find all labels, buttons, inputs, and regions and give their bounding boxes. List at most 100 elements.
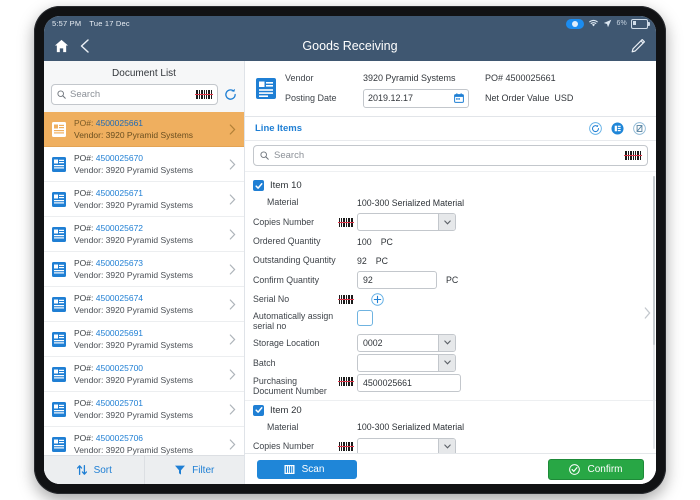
confirm-button[interactable]: Confirm [548, 458, 644, 480]
posting-date-input[interactable]: 2019.12.17 [363, 88, 469, 108]
item-20-checkbox[interactable] [253, 404, 264, 416]
line-item-10: Item 10 Material 100-300 Serialized Mate… [245, 180, 656, 397]
calendar-icon [454, 93, 464, 103]
purchasing-document-number-input[interactable]: 4500025661 [357, 373, 461, 392]
item-10-title: Item 10 [270, 180, 302, 191]
sort-arrows-icon [76, 464, 87, 476]
list-item-vendor: Vendor: 3920 Pyramid Systems [74, 270, 194, 280]
field-material: Material 100-300 Serialized Material [253, 194, 648, 211]
status-bar: 5:57 PM Tue 17 Dec 6% [44, 16, 656, 31]
line-items-toolbar: Line Items [245, 117, 656, 141]
refresh-circle-icon[interactable] [589, 122, 602, 135]
list-item-po: PO#: 4500025674 [74, 293, 144, 303]
field-label: Copies Number [253, 441, 315, 452]
item-20-title: Item 20 [270, 404, 302, 416]
list-item[interactable]: PO#: 4500025706 Vendor: 3920 Pyramid Sys… [44, 427, 244, 455]
back-chevron-icon[interactable] [69, 38, 92, 54]
list-item[interactable]: PO#: 4500025700 Vendor: 3920 Pyramid Sys… [44, 357, 244, 392]
list-item[interactable]: PO#: 4500025674 Vendor: 3920 Pyramid Sys… [44, 287, 244, 322]
barcode-icon[interactable] [338, 376, 354, 386]
field-label: Purchasing Document Number [253, 375, 327, 397]
batch-select[interactable] [357, 353, 456, 372]
list-item-vendor: Vendor: 3920 Pyramid Systems [74, 340, 194, 350]
sort-button[interactable]: Sort [44, 456, 145, 484]
field-copies-number: Copies Number [253, 213, 648, 231]
right-chevron-icon [229, 438, 236, 450]
document-header-section: Vendor 3920 Pyramid Systems PO# 45000256… [245, 61, 656, 117]
list-item[interactable]: PO#: 4500025673 Vendor: 3920 Pyramid Sys… [44, 252, 244, 287]
list-item[interactable]: PO#: 4500025672 Vendor: 3920 Pyramid Sys… [44, 217, 244, 252]
plus-circle-icon[interactable] [371, 293, 384, 306]
pencil-edit-icon[interactable] [630, 38, 646, 54]
check-circle-icon [569, 463, 581, 475]
list-item[interactable]: PO#: 4500025661 Vendor: 3920 Pyramid Sys… [44, 112, 244, 147]
list-item-text: PO#: 4500025671 Vendor: 3920 Pyramid Sys… [74, 188, 222, 210]
list-item-vendor: Vendor: 3920 Pyramid Systems [74, 130, 194, 140]
list-item[interactable]: PO#: 4500025701 Vendor: 3920 Pyramid Sys… [44, 392, 244, 427]
line-items-search-wrap: Search [245, 141, 656, 171]
refresh-icon[interactable] [224, 88, 237, 101]
barcode-icon[interactable] [195, 90, 213, 99]
field-value: 92 PC [357, 255, 389, 266]
list-item-text: PO#: 4500025673 Vendor: 3920 Pyramid Sys… [74, 258, 222, 280]
status-time: 5:57 PM [52, 19, 82, 28]
chevron-down-icon [438, 214, 455, 230]
document-icon [52, 261, 66, 277]
document-header-grid: Vendor 3920 Pyramid Systems PO# 45000256… [285, 68, 646, 108]
barcode-icon[interactable] [338, 217, 354, 227]
list-item-vendor: Vendor: 3920 Pyramid Systems [74, 375, 194, 385]
vendor-value: 3920 Pyramid Systems [363, 73, 456, 83]
field-material: Material 100-300 Serialized Material [253, 419, 648, 436]
copies-number-select[interactable] [357, 437, 456, 453]
scan-button[interactable]: Scan [257, 459, 357, 479]
auto-assign-serial-checkbox[interactable] [357, 310, 373, 326]
filter-button[interactable]: Filter [145, 456, 245, 484]
list-circle-icon[interactable] [611, 122, 624, 135]
posting-date-row: Posting Date 2019.12.17 Net Order Value … [285, 88, 646, 108]
line-items-form[interactable]: Item 10 Material 100-300 Serialized Mate… [245, 171, 656, 453]
po-number-readout: PO# 4500025661 [485, 73, 556, 83]
barcode-scan-icon [284, 464, 295, 474]
barcode-icon[interactable] [624, 151, 642, 160]
storage-location-select[interactable]: 0002 [357, 333, 456, 352]
battery-icon [631, 18, 650, 29]
home-icon[interactable] [54, 39, 69, 53]
list-item-vendor: Vendor: 3920 Pyramid Systems [74, 445, 194, 455]
right-chevron-icon [229, 228, 236, 240]
list-item-text: PO#: 4500025672 Vendor: 3920 Pyramid Sys… [74, 223, 222, 245]
right-chevron-icon[interactable] [644, 306, 651, 319]
document-search-input[interactable]: Search [51, 84, 218, 105]
document-list[interactable]: PO#: 4500025661 Vendor: 3920 Pyramid Sys… [44, 112, 244, 455]
field-value: 100-300 Serialized Material [357, 422, 465, 432]
posting-date-label: Posting Date [285, 93, 337, 103]
item-divider [245, 399, 656, 401]
posting-date-value: 2019.12.17 [368, 93, 414, 103]
barcode-icon[interactable] [338, 295, 354, 304]
battery-percent: 6% [616, 20, 627, 27]
storage-location-value: 0002 [363, 337, 383, 348]
list-item-po: PO#: 4500025673 [74, 258, 144, 268]
chevron-down-icon [438, 334, 455, 351]
list-item-po: PO#: 4500025700 [74, 363, 144, 373]
item-10-checkbox[interactable] [253, 180, 264, 191]
wifi-icon [589, 19, 599, 27]
document-icon [52, 191, 66, 207]
copies-number-select[interactable] [357, 213, 456, 231]
document-icon [52, 121, 66, 137]
field-label: Outstanding Quantity [253, 255, 336, 266]
field-purchasing-document-number: Purchasing Document Number 4500025661 [253, 373, 648, 397]
right-chevron-icon [229, 368, 236, 380]
list-item[interactable]: PO#: 4500025691 Vendor: 3920 Pyramid Sys… [44, 322, 244, 357]
line-items-search-input[interactable]: Search [253, 145, 648, 166]
line-items-actions [589, 122, 646, 135]
barcode-icon[interactable] [338, 442, 354, 451]
magnifier-icon [260, 151, 269, 160]
list-item[interactable]: PO#: 4500025670 Vendor: 3920 Pyramid Sys… [44, 147, 244, 182]
document-disabled-circle-icon[interactable] [633, 122, 646, 135]
form-scrollbar[interactable] [653, 176, 655, 449]
scan-label: Scan [301, 463, 325, 475]
list-item[interactable]: PO#: 4500025671 Vendor: 3920 Pyramid Sys… [44, 182, 244, 217]
right-chevron-icon [229, 263, 236, 275]
confirm-quantity-input[interactable]: 92 [357, 271, 437, 289]
field-label: Storage Location [253, 337, 320, 348]
